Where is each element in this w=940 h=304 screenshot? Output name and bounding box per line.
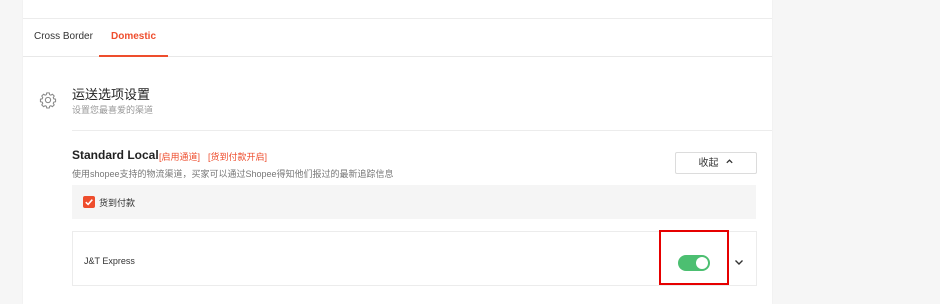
highlight-box [659,230,729,285]
section-divider [72,130,772,131]
cod-option-row: 货到付款 [72,185,756,219]
courier-row: J&T Express [72,231,757,286]
tab-cross-border-label: Cross Border [34,31,93,42]
channel-enabled-tag: [启用通道] [159,152,201,162]
channel-cod-tag: [货到付款开启] [208,152,268,162]
tab-cross-border[interactable]: Cross Border [34,18,93,56]
tab-domestic-label: Domestic [111,31,157,42]
tab-domestic[interactable]: Domestic [99,18,169,57]
cod-checkbox-label: 货到付款 [99,198,136,208]
chevron-up-icon [725,153,734,173]
active-tab-indicator [99,55,169,57]
channel-description: 使用shopee支持的物流渠道，买家可以通过Shopee得知他们报过的最新追踪信… [72,169,394,179]
cod-checkbox[interactable] [83,196,95,208]
section-subtitle: 设置您最喜爱的渠道 [72,105,154,115]
top-strip [23,0,772,19]
tab-bar: Cross Border Domestic [23,18,772,57]
channel-title: Standard Local [72,148,159,162]
collapse-button-label: 收起 [698,158,719,169]
gear-icon [39,92,57,109]
check-icon [85,199,93,206]
section-title: 运送选项设置 [72,87,151,102]
collapse-button[interactable]: 收起 [675,152,757,174]
courier-name: J&T Express [84,256,135,266]
chevron-down-icon[interactable] [733,256,745,268]
shipping-settings-card: Cross Border Domestic 运送选项设置 设置您最喜爱的渠道 S… [23,0,772,304]
